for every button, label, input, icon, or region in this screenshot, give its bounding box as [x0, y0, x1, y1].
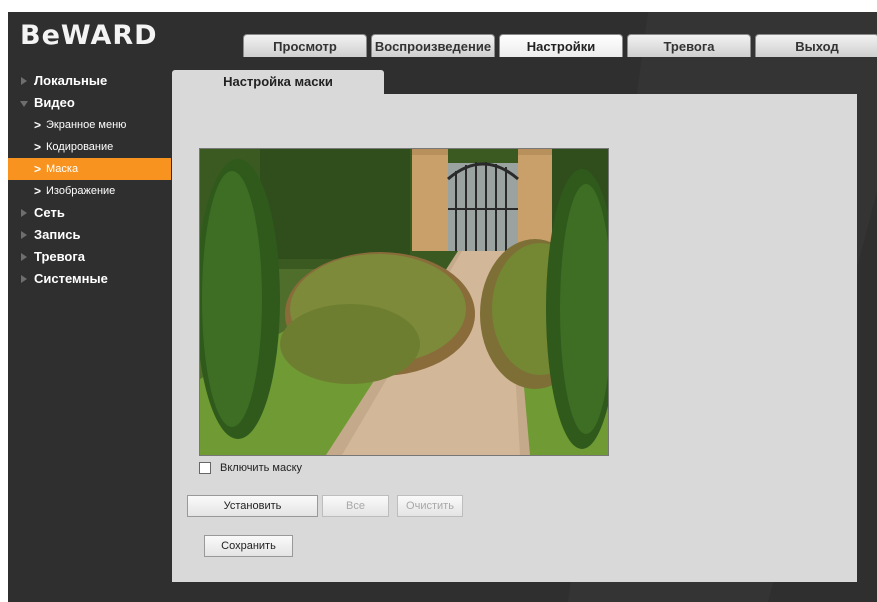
sidebar-item-label: Тревога	[34, 249, 86, 264]
triangle-right-icon	[21, 275, 27, 283]
triangle-right-icon	[21, 231, 27, 239]
tab-playback[interactable]: Воспроизведение	[371, 34, 495, 57]
tab-view[interactable]: Просмотр	[243, 34, 367, 57]
chevron-right-icon: >	[34, 118, 42, 132]
chevron-right-icon: >	[34, 140, 42, 154]
sidebar: Локальные Видео > Экранное меню > Кодиро…	[8, 70, 172, 290]
sidebar-item-label: Запись	[34, 227, 81, 242]
top-navigation: Просмотр Воспроизведение Настройки Трево…	[243, 34, 877, 57]
video-preview[interactable]	[199, 148, 609, 456]
clear-button[interactable]: Очистить	[397, 495, 463, 517]
sidebar-item-label: Системные	[34, 271, 108, 286]
camera-image	[200, 149, 608, 455]
chevron-right-icon: >	[34, 184, 42, 198]
save-button[interactable]: Сохранить	[204, 535, 293, 557]
sidebar-subitem-label: Изображение	[46, 185, 116, 197]
content-tab-mask-settings: Настройка маски	[172, 70, 384, 94]
sidebar-item-label: Локальные	[34, 73, 108, 88]
sidebar-item-label: Сеть	[34, 205, 65, 220]
sidebar-subitem-encoding[interactable]: > Кодирование	[8, 136, 172, 158]
chevron-right-icon: >	[34, 162, 42, 176]
enable-mask-row: Включить маску	[199, 460, 302, 476]
tab-settings[interactable]: Настройки	[499, 34, 623, 57]
triangle-right-icon	[21, 77, 27, 85]
sidebar-subitem-mask[interactable]: > Маска	[8, 158, 171, 180]
sidebar-subitem-label: Кодирование	[46, 141, 114, 153]
brand-logo: BeWARD	[20, 20, 158, 51]
content-panel: Включить маску Установить Все Очистить С…	[172, 94, 857, 582]
tab-alarm[interactable]: Тревога	[627, 34, 751, 57]
sidebar-item-video[interactable]: Видео	[8, 92, 172, 114]
sidebar-item-system[interactable]: Системные	[8, 268, 172, 290]
sidebar-item-label: Видео	[34, 95, 75, 110]
triangle-down-icon	[20, 101, 28, 107]
triangle-right-icon	[21, 253, 27, 261]
sidebar-item-network[interactable]: Сеть	[8, 202, 172, 224]
all-button[interactable]: Все	[322, 495, 389, 517]
triangle-right-icon	[21, 209, 27, 217]
sidebar-subitem-image[interactable]: > Изображение	[8, 180, 172, 202]
app-frame: BeWARD Просмотр Воспроизведение Настройк…	[8, 12, 877, 602]
sidebar-subitem-label: Экранное меню	[46, 119, 127, 131]
sidebar-subitem-osd[interactable]: > Экранное меню	[8, 114, 172, 136]
set-button[interactable]: Установить	[187, 495, 318, 517]
sidebar-subitem-label: Маска	[46, 163, 79, 175]
enable-mask-label: Включить маску	[220, 462, 303, 474]
sidebar-item-local[interactable]: Локальные	[8, 70, 172, 92]
sidebar-item-record[interactable]: Запись	[8, 224, 172, 246]
sidebar-item-alarm[interactable]: Тревога	[8, 246, 172, 268]
tab-logout[interactable]: Выход	[755, 34, 877, 57]
enable-mask-checkbox[interactable]	[199, 462, 211, 474]
